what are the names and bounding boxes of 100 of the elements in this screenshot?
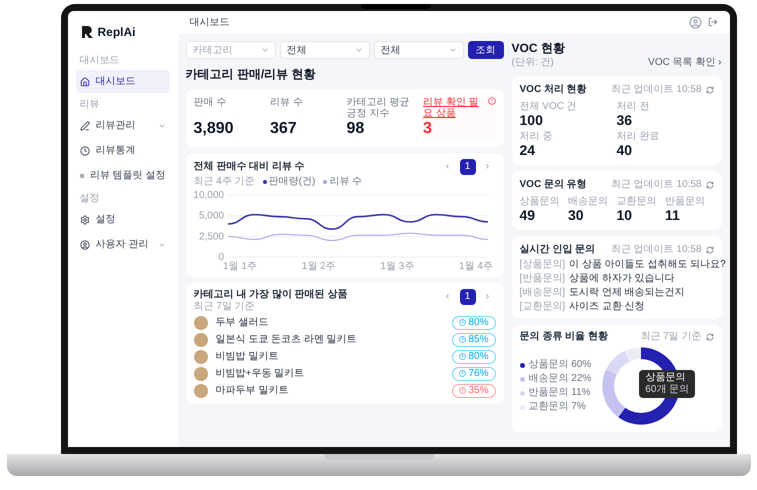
stat-value: 3,890 <box>194 119 235 139</box>
menu-icon <box>80 76 90 86</box>
legend-label: 판매량(건) <box>268 175 316 189</box>
refresh-icon[interactable] <box>706 86 714 94</box>
menu-label: 사용자 관리 <box>96 238 150 252</box>
voc-list-link[interactable]: VOC 목록 확인 › <box>648 55 722 70</box>
sidebar-item[interactable]: 리뷰통계 <box>76 139 170 162</box>
update-time: 최근 업데이트 10:58 <box>610 83 702 97</box>
product-name: 마파두부 밀키트 <box>216 384 290 398</box>
section-subtitle: (단위: 건) <box>512 56 554 70</box>
stat-label: 리뷰 수 <box>270 97 303 108</box>
stat-value: 36 <box>616 112 634 129</box>
y-axis-label: 0 <box>218 252 224 263</box>
refresh-icon[interactable] <box>706 332 714 340</box>
score-badge: 85% <box>452 332 496 346</box>
stat-label: 리뷰 확인 필요 상품 <box>423 97 480 119</box>
stat-label: 처리 완료 <box>616 131 660 142</box>
sidebar-item[interactable]: 설정 <box>76 208 170 231</box>
menu-label: 설정 <box>96 213 116 227</box>
section-title: 카테고리 판매/리뷰 현황 <box>186 66 317 83</box>
stat-label: 전체 VOC 건 <box>520 101 578 112</box>
refresh-icon[interactable] <box>706 246 714 254</box>
stat-label: 카테고리 평균 긍정 지수 <box>346 97 410 119</box>
tooltip-title: 상품문의 <box>645 372 686 384</box>
sidebar-item[interactable]: 리뷰 템플릿 설정 <box>76 164 170 187</box>
y-axis-label: 5,000 <box>198 210 224 222</box>
tooltip-value: 60개 문의 <box>645 384 690 396</box>
x-axis-label: 1월 1주 <box>222 261 256 271</box>
menu-icon <box>80 146 90 156</box>
stat-label: 상품문의 <box>520 196 560 207</box>
refresh-icon[interactable] <box>706 180 714 188</box>
inquiry-text[interactable]: 도시락 언제 배송되는건지 <box>569 287 685 299</box>
photo-placeholder <box>194 384 208 398</box>
sidebar-item[interactable]: 리뷰관리 <box>76 114 170 137</box>
photo-placeholder <box>194 366 208 380</box>
x-axis-label: 1월 3주 <box>380 261 414 271</box>
product-name: 비빔밥+우동 밀키트 <box>216 367 306 381</box>
card-title: 전체 판매수 대비 리뷰 수 <box>194 160 306 174</box>
stat-label: 배송문의 <box>568 196 609 207</box>
select-text: 카테고리 <box>192 44 232 58</box>
card-subtitle: 최근 7일 기준 <box>194 301 256 313</box>
inquiry-text[interactable]: 사이즈 교환 신청 <box>569 301 645 313</box>
select-text: 전체 <box>380 44 400 58</box>
section-title: VOC 현황 <box>512 41 566 55</box>
inquiry-tag: [배송문의] <box>520 287 566 299</box>
stat-value: 30 <box>568 207 585 224</box>
inquiry-text[interactable]: 이 상품 아이들도 섭취해도 되나요? <box>569 259 726 271</box>
legend-swatch <box>520 376 524 382</box>
score-badge: 35% <box>452 384 496 398</box>
card-title: VOC 문의 유형 <box>520 178 587 192</box>
inquiry-tag: [상품문의] <box>520 259 566 271</box>
avatar-icon[interactable] <box>688 16 702 28</box>
legend-label: 리뷰 수 <box>329 175 362 189</box>
page-button[interactable]: 1 <box>460 159 476 175</box>
stat-label: 처리 중 <box>520 131 554 142</box>
chevron-icon <box>354 46 362 54</box>
stat-value: 49 <box>520 207 536 224</box>
inquiry-tag: [반품문의] <box>520 273 566 285</box>
chevron-icon <box>260 46 268 54</box>
stat-value: 40 <box>616 142 634 159</box>
legend-label: 반품문의 11% <box>528 387 591 399</box>
sidebar-item[interactable]: 사용자 관리 <box>76 233 170 256</box>
select-field[interactable]: 전체 <box>374 41 464 59</box>
stat-value: 11 <box>665 207 681 224</box>
menu-label: 리뷰 템플릿 설정 <box>90 169 166 183</box>
sidebar-item[interactable]: 대시보드 <box>76 70 170 93</box>
search-button[interactable]: 조회 <box>468 41 504 59</box>
section-heading: 설정 <box>78 192 100 206</box>
card-title: 카테고리 내 가장 많이 판매된 상품 <box>194 289 348 301</box>
inquiry-tag: [교환문의] <box>520 301 566 313</box>
photo-placeholder <box>194 316 208 330</box>
update-time: 최근 업데이트 10:58 <box>610 243 702 257</box>
menu-icon <box>80 214 90 224</box>
update-time: 최근 업데이트 10:58 <box>610 178 702 192</box>
card-title: VOC 처리 현황 <box>520 83 587 97</box>
y-axis-label: 10,000 <box>194 190 224 201</box>
card-subtitle: 최근 4주 기준 <box>194 175 255 189</box>
logo-text: ReplAi <box>98 24 136 41</box>
logo-icon <box>80 25 94 39</box>
product-name: 비빔밥 밀키트 <box>216 350 280 364</box>
inquiry-text[interactable]: 상품에 하자가 있습니다 <box>569 273 675 285</box>
menu-label: 리뷰관리 <box>96 119 136 133</box>
stat-value: 367 <box>270 119 298 139</box>
score-badge: 76% <box>452 366 496 380</box>
score-badge: 80% <box>452 316 496 330</box>
stat-label: 반품문의 <box>665 196 706 207</box>
select-text: 전체 <box>286 44 306 58</box>
chevron-icon <box>448 46 456 54</box>
section-heading: 대시보드 <box>78 54 120 68</box>
logout-icon[interactable] <box>708 17 718 27</box>
legend-label: 교환문의 7% <box>528 401 586 413</box>
legend-swatch <box>520 390 524 396</box>
camera-notch <box>360 4 430 9</box>
stat-label: 처리 전 <box>616 101 650 112</box>
alert-icon <box>488 97 496 105</box>
legend-label: 상품문의 60% <box>528 359 592 371</box>
select-field[interactable]: 전체 <box>280 41 370 59</box>
page-button[interactable]: 1 <box>460 289 476 305</box>
legend-label: 배송문의 22% <box>528 373 592 385</box>
photo-placeholder <box>194 350 208 364</box>
